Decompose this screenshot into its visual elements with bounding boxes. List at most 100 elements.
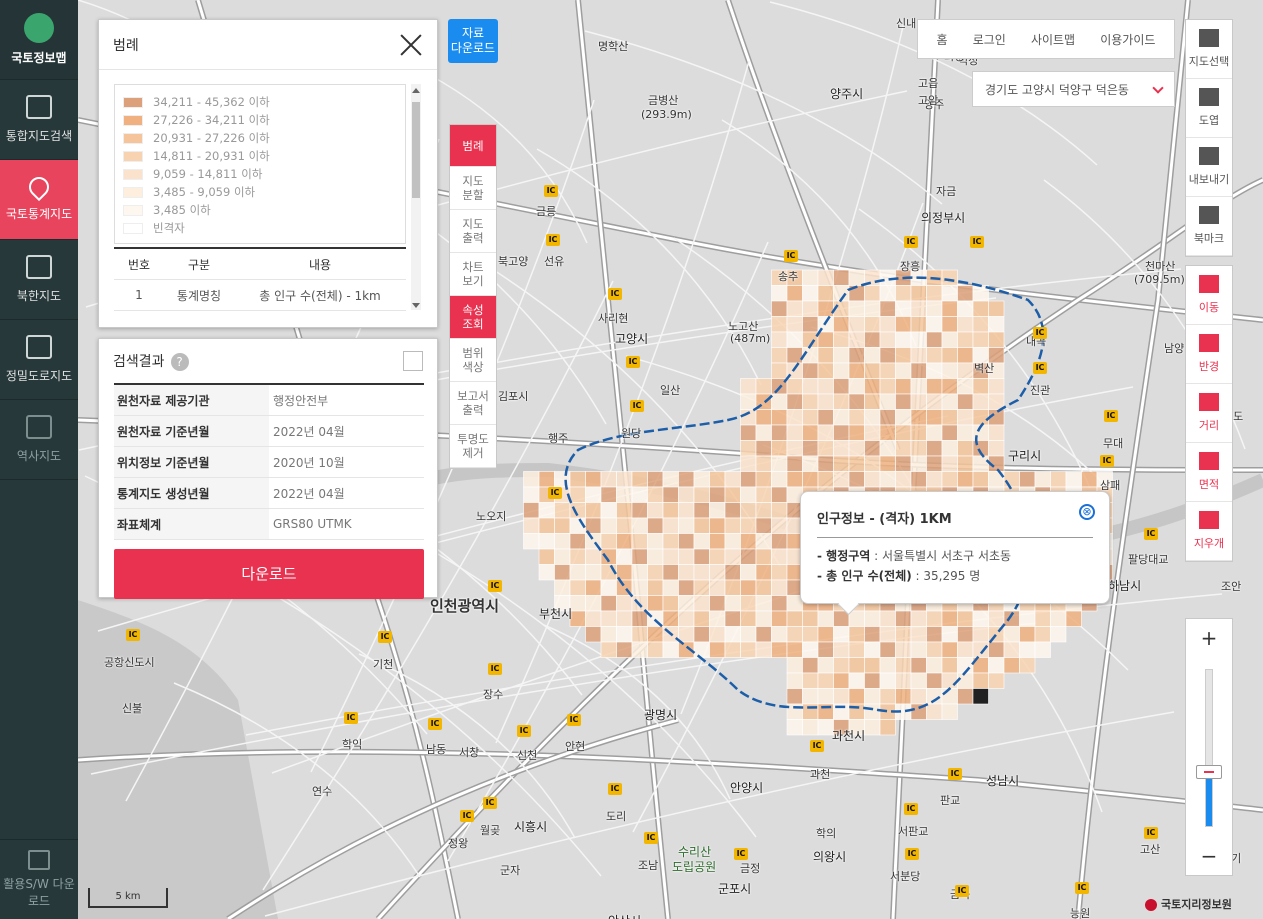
grid-cell[interactable] bbox=[755, 517, 772, 534]
grid-cell[interactable] bbox=[740, 610, 757, 627]
grid-cell[interactable] bbox=[662, 548, 679, 565]
grid-cell[interactable] bbox=[988, 424, 1005, 441]
grid-cell[interactable] bbox=[771, 424, 788, 441]
nav-sitemap[interactable]: 사이트맵 bbox=[1031, 31, 1075, 48]
grid-cell[interactable] bbox=[988, 378, 1005, 395]
grid-cell[interactable] bbox=[569, 548, 586, 565]
grid-cell[interactable] bbox=[771, 300, 788, 317]
tab-3[interactable]: 차트 보기 bbox=[450, 253, 496, 296]
grid-cell[interactable] bbox=[957, 316, 974, 333]
grid-cell[interactable] bbox=[864, 440, 881, 457]
grid-cell[interactable] bbox=[786, 331, 803, 348]
grid-cell[interactable] bbox=[833, 269, 850, 286]
grid-cell[interactable] bbox=[848, 393, 865, 410]
grid-cell[interactable] bbox=[1081, 471, 1098, 488]
grid-cell[interactable] bbox=[802, 300, 819, 317]
grid-cell[interactable] bbox=[848, 688, 865, 705]
grid-cell[interactable] bbox=[631, 486, 648, 503]
grid-cell[interactable] bbox=[833, 471, 850, 488]
grid-cell[interactable] bbox=[848, 672, 865, 689]
grid-cell[interactable] bbox=[895, 471, 912, 488]
grid-cell[interactable] bbox=[771, 331, 788, 348]
grid-cell[interactable] bbox=[926, 331, 943, 348]
grid-cell[interactable] bbox=[864, 285, 881, 302]
grid-cell[interactable] bbox=[1019, 610, 1036, 627]
grid-cell[interactable] bbox=[693, 486, 710, 503]
grid-cell[interactable] bbox=[693, 595, 710, 612]
data-download-button[interactable]: 자료 다운로드 bbox=[448, 19, 498, 63]
grid-cell[interactable] bbox=[802, 471, 819, 488]
grid-cell[interactable] bbox=[786, 657, 803, 674]
grid-cell[interactable] bbox=[786, 347, 803, 364]
grid-cell[interactable] bbox=[600, 579, 617, 596]
grid-cell[interactable] bbox=[957, 378, 974, 395]
grid-cell[interactable] bbox=[879, 331, 896, 348]
grid-cell[interactable] bbox=[988, 657, 1005, 674]
grid-cell[interactable] bbox=[569, 502, 586, 519]
grid-cell[interactable] bbox=[817, 610, 834, 627]
grid-cell[interactable] bbox=[1003, 657, 1020, 674]
grid-cell[interactable] bbox=[693, 533, 710, 550]
grid-cell[interactable] bbox=[926, 300, 943, 317]
grid-cell[interactable] bbox=[957, 409, 974, 426]
grid-cell[interactable] bbox=[755, 378, 772, 395]
grid-cell[interactable] bbox=[972, 393, 989, 410]
grid-cell[interactable] bbox=[709, 548, 726, 565]
grid-cell[interactable] bbox=[600, 486, 617, 503]
grid-cell[interactable] bbox=[631, 641, 648, 658]
grid-cell[interactable] bbox=[972, 688, 989, 705]
grid-cell[interactable] bbox=[972, 378, 989, 395]
grid-cell[interactable] bbox=[709, 471, 726, 488]
grid-cell[interactable] bbox=[662, 502, 679, 519]
grid-cell[interactable] bbox=[771, 579, 788, 596]
grid-cell[interactable] bbox=[833, 455, 850, 472]
tool-map-select[interactable]: 지도선택 bbox=[1186, 20, 1232, 79]
grid-cell[interactable] bbox=[569, 564, 586, 581]
grid-cell[interactable] bbox=[631, 548, 648, 565]
grid-cell[interactable] bbox=[755, 486, 772, 503]
grid-cell[interactable] bbox=[802, 688, 819, 705]
grid-cell[interactable] bbox=[631, 564, 648, 581]
grid-cell[interactable] bbox=[709, 595, 726, 612]
grid-cell[interactable] bbox=[740, 517, 757, 534]
grid-cell[interactable] bbox=[771, 533, 788, 550]
grid-cell[interactable] bbox=[771, 440, 788, 457]
grid-cell[interactable] bbox=[941, 703, 958, 720]
grid-cell[interactable] bbox=[941, 626, 958, 643]
grid-cell[interactable] bbox=[941, 688, 958, 705]
grid-cell[interactable] bbox=[910, 331, 927, 348]
grid-cell[interactable] bbox=[1019, 471, 1036, 488]
grid-cell[interactable] bbox=[926, 455, 943, 472]
grid-cell[interactable] bbox=[895, 455, 912, 472]
grid-cell[interactable] bbox=[848, 300, 865, 317]
grid-cell[interactable] bbox=[802, 269, 819, 286]
grid-cell[interactable] bbox=[585, 626, 602, 643]
grid-cell[interactable] bbox=[616, 533, 633, 550]
grid-cell[interactable] bbox=[1050, 610, 1067, 627]
grid-cell[interactable] bbox=[879, 471, 896, 488]
grid-cell[interactable] bbox=[941, 378, 958, 395]
region-select[interactable]: 경기도 고양시 덕양구 덕은동 bbox=[972, 71, 1175, 107]
nav-home[interactable]: 홈 bbox=[937, 31, 948, 48]
zoom-knob[interactable] bbox=[1196, 764, 1222, 779]
grid-cell[interactable] bbox=[833, 626, 850, 643]
grid-cell[interactable] bbox=[709, 517, 726, 534]
grid-cell[interactable] bbox=[616, 626, 633, 643]
grid-cell[interactable] bbox=[848, 657, 865, 674]
tool-area[interactable]: 면적 bbox=[1186, 443, 1232, 502]
grid-cell[interactable] bbox=[848, 316, 865, 333]
grid-cell[interactable] bbox=[802, 362, 819, 379]
grid-cell[interactable] bbox=[879, 719, 896, 736]
grid-cell[interactable] bbox=[848, 610, 865, 627]
grid-cell[interactable] bbox=[1003, 471, 1020, 488]
grid-cell[interactable] bbox=[693, 579, 710, 596]
grid-cell[interactable] bbox=[600, 471, 617, 488]
grid-cell[interactable] bbox=[926, 657, 943, 674]
grid-cell[interactable] bbox=[879, 409, 896, 426]
grid-cell[interactable] bbox=[771, 564, 788, 581]
grid-cell[interactable] bbox=[523, 471, 540, 488]
grid-cell[interactable] bbox=[941, 672, 958, 689]
grid-cell[interactable] bbox=[941, 347, 958, 364]
grid-cell[interactable] bbox=[895, 347, 912, 364]
grid-cell[interactable] bbox=[740, 533, 757, 550]
